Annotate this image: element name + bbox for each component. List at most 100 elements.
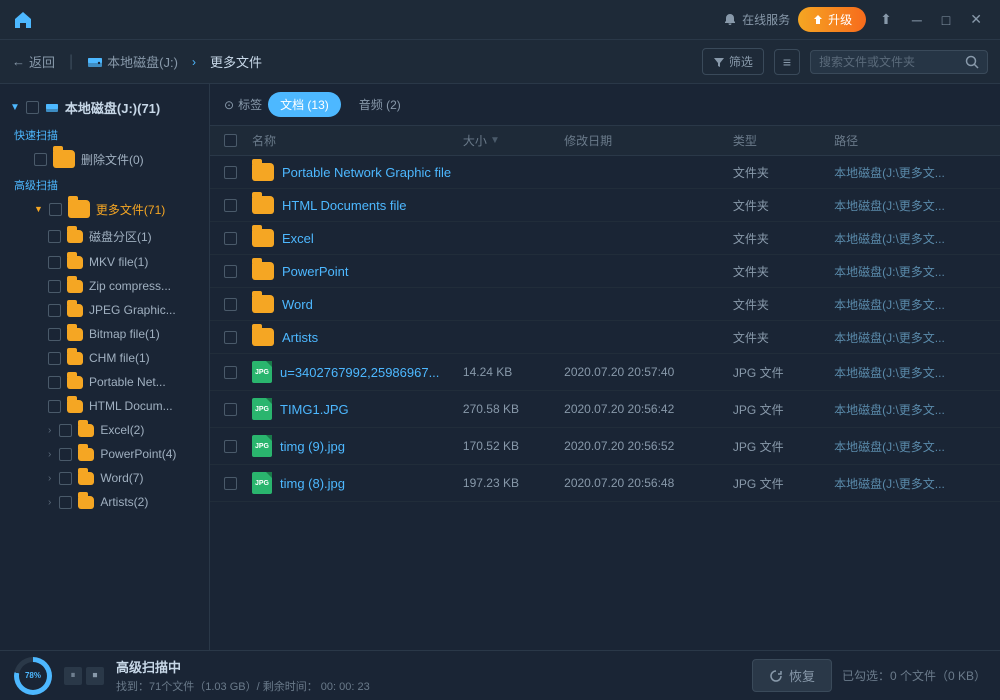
jpg-icon: JPG <box>252 398 272 420</box>
search-icon[interactable] <box>965 55 979 69</box>
table-row[interactable]: JPG TIMG1.JPG 270.58 KB 2020.07.20 20:56… <box>210 391 1000 428</box>
search-input[interactable] <box>819 55 959 69</box>
stop-button[interactable]: ⏹ <box>86 667 104 685</box>
row-path-4: 本地磁盘(J:\更多文... <box>834 296 986 313</box>
table-row[interactable]: JPG timg (9).jpg 170.52 KB 2020.07.20 20… <box>210 428 1000 465</box>
folder-icon-5 <box>67 352 83 365</box>
row-date-9: 2020.07.20 20:56:48 <box>564 476 733 490</box>
sidebar-item-ppt[interactable]: › PowerPoint(4) <box>0 442 209 466</box>
th-date: 修改日期 <box>564 132 733 149</box>
th-type: 类型 <box>733 132 834 149</box>
table-row[interactable]: Word 文件夹 本地磁盘(J:\更多文... <box>210 288 1000 321</box>
sidebar-item-zip[interactable]: Zip compress... <box>0 274 209 298</box>
root-checkbox[interactable] <box>26 101 39 114</box>
deleted-checkbox[interactable] <box>34 153 47 166</box>
file-list: Portable Network Graphic file 文件夹 本地磁盘(J… <box>210 156 1000 650</box>
row-checkbox-2[interactable] <box>224 232 252 245</box>
progress-circle: 78% <box>14 657 52 695</box>
table-row[interactable]: JPG u=3402767992,25986967... 14.24 KB 20… <box>210 354 1000 391</box>
tab-audio[interactable]: 音频 (2) <box>347 92 413 117</box>
jpg-icon: JPG <box>252 435 272 457</box>
sidebar-item-excel[interactable]: › Excel(2) <box>0 418 209 442</box>
checkbox-bitmap[interactable] <box>48 328 61 341</box>
home-icon[interactable] <box>12 9 34 31</box>
menu-button[interactable]: ≡ <box>774 49 800 75</box>
row-checkbox-7[interactable] <box>224 403 252 416</box>
table-row[interactable]: JPG timg (8).jpg 197.23 KB 2020.07.20 20… <box>210 465 1000 502</box>
row-type-8: JPG 文件 <box>733 438 834 455</box>
sidebar-item-mkv[interactable]: MKV file(1) <box>0 250 209 274</box>
checkbox-word[interactable] <box>59 472 72 485</box>
folder-icon <box>252 196 274 214</box>
scan-title: 高级扫描中 <box>116 657 740 676</box>
sidebar-item-artists[interactable]: › Artists(2) <box>0 490 209 514</box>
folder-icon-1 <box>67 256 83 269</box>
checkbox-zip[interactable] <box>48 280 61 293</box>
sidebar-item-bitmap[interactable]: Bitmap file(1) <box>0 322 209 346</box>
selected-info: 已勾选：0 个文件（0 KB） <box>842 667 986 684</box>
th-size[interactable]: 大小 ▼ <box>463 132 564 149</box>
sidebar-root-header[interactable]: ▼ 本地磁盘(J:)(71) <box>0 92 209 123</box>
row-checkbox-3[interactable] <box>224 265 252 278</box>
back-arrow-icon: ← <box>12 54 25 69</box>
checkbox-artists[interactable] <box>59 496 72 509</box>
upgrade-button[interactable]: 升级 <box>798 7 866 32</box>
upgrade-icon <box>812 14 824 26</box>
row-path-2: 本地磁盘(J:\更多文... <box>834 230 986 247</box>
advanced-scan-label[interactable]: 高级扫描 <box>0 173 209 195</box>
row-checkbox-5[interactable] <box>224 331 252 344</box>
tab-documents[interactable]: 文档 (13) <box>268 92 341 117</box>
row-type-4: 文件夹 <box>733 296 834 313</box>
minimize-button[interactable]: ─ <box>906 10 928 30</box>
table-row[interactable]: Artists 文件夹 本地磁盘(J:\更多文... <box>210 321 1000 354</box>
select-all-checkbox[interactable] <box>224 134 237 147</box>
sidebar-item-html[interactable]: HTML Docum... <box>0 394 209 418</box>
row-checkbox-9[interactable] <box>224 477 252 490</box>
pause-button[interactable]: ⏸ <box>64 667 82 685</box>
row-checkbox-0[interactable] <box>224 166 252 179</box>
checkbox-mkv[interactable] <box>48 256 61 269</box>
folder-icon-10 <box>78 472 94 485</box>
sidebar-item-chm[interactable]: CHM file(1) <box>0 346 209 370</box>
maximize-button[interactable]: □ <box>936 10 956 30</box>
sidebar-item-png[interactable]: Portable Net... <box>0 370 209 394</box>
sidebar-deleted-files[interactable]: 删除文件(0) <box>0 145 209 173</box>
row-path-6: 本地磁盘(J:\更多文... <box>834 364 986 381</box>
sidebar-item-jpeg[interactable]: JPEG Graphic... <box>0 298 209 322</box>
breadcrumb-root[interactable]: 本地磁盘(J:) <box>87 52 178 71</box>
row-type-7: JPG 文件 <box>733 401 834 418</box>
checkbox-png[interactable] <box>48 376 61 389</box>
checkbox-ppt[interactable] <box>59 448 72 461</box>
table-row[interactable]: Excel 文件夹 本地磁盘(J:\更多文... <box>210 222 1000 255</box>
row-path-7: 本地磁盘(J:\更多文... <box>834 401 986 418</box>
row-filename: PowerPoint <box>282 264 348 279</box>
row-path-0: 本地磁盘(J:\更多文... <box>834 164 986 181</box>
table-row[interactable]: Portable Network Graphic file 文件夹 本地磁盘(J… <box>210 156 1000 189</box>
filter-button[interactable]: 筛选 <box>702 48 764 75</box>
table-row[interactable]: PowerPoint 文件夹 本地磁盘(J:\更多文... <box>210 255 1000 288</box>
checkbox-html[interactable] <box>48 400 61 413</box>
close-button[interactable]: ✕ <box>964 9 988 30</box>
quick-scan-label[interactable]: 快速扫描 <box>0 123 209 145</box>
sidebar-item-word[interactable]: › Word(7) <box>0 466 209 490</box>
checkbox-jpeg[interactable] <box>48 304 61 317</box>
table-row[interactable]: HTML Documents file 文件夹 本地磁盘(J:\更多文... <box>210 189 1000 222</box>
checkbox-chm[interactable] <box>48 352 61 365</box>
sidebar-more-files[interactable]: ▼ 更多文件(71) <box>0 195 209 223</box>
online-service-button[interactable]: 在线服务 <box>723 11 790 28</box>
tag-symbol: ⊙ <box>224 98 234 112</box>
row-path-5: 本地磁盘(J:\更多文... <box>834 329 986 346</box>
filter-icon <box>713 56 725 68</box>
share-button[interactable]: ⬆ <box>874 9 898 30</box>
back-label: 返回 <box>29 52 55 71</box>
more-files-checkbox[interactable] <box>49 203 62 216</box>
row-checkbox-6[interactable] <box>224 366 252 379</box>
restore-button[interactable]: 恢复 <box>752 659 832 692</box>
row-checkbox-8[interactable] <box>224 440 252 453</box>
sidebar-item-disk-partition[interactable]: 磁盘分区(1) <box>0 223 209 250</box>
checkbox-disk[interactable] <box>48 230 61 243</box>
row-checkbox-1[interactable] <box>224 199 252 212</box>
row-checkbox-4[interactable] <box>224 298 252 311</box>
back-button[interactable]: ← 返回 <box>12 52 55 71</box>
checkbox-excel[interactable] <box>59 424 72 437</box>
